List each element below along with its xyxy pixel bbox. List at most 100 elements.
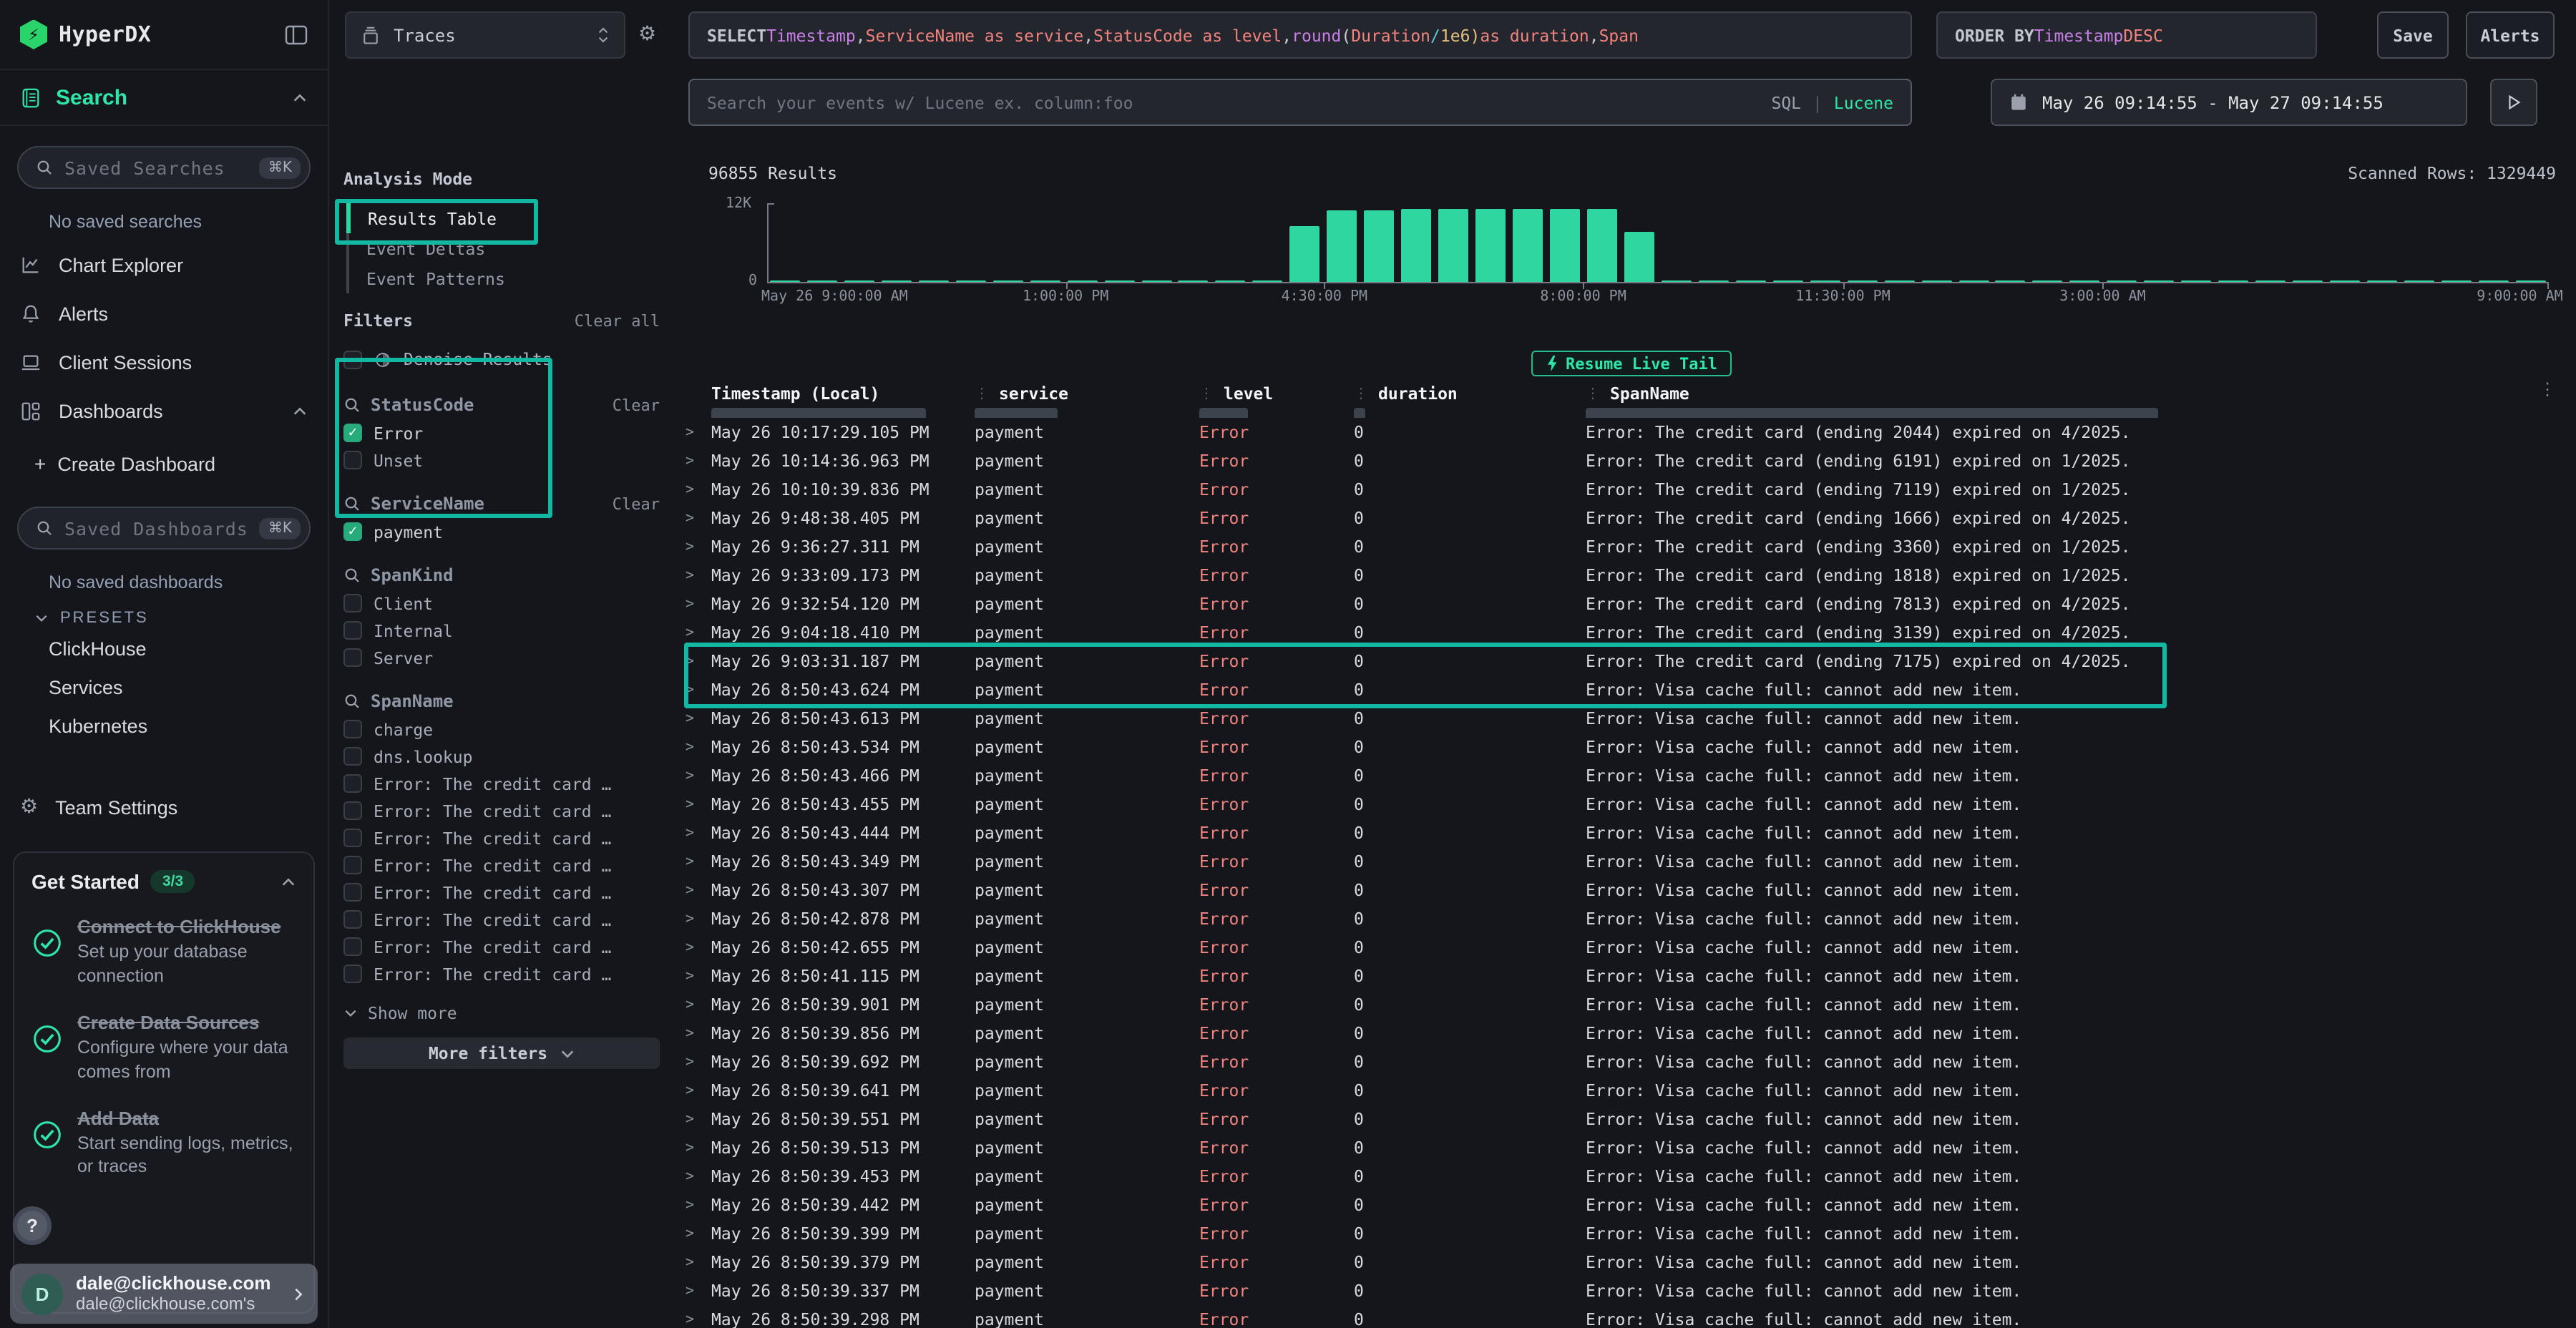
lang-toggle-sql[interactable]: SQL (1771, 92, 1801, 112)
filter-option[interactable]: Client (343, 590, 660, 617)
sidebar-item-search[interactable]: Search (0, 69, 328, 126)
expand-row-icon[interactable]: > (680, 739, 703, 755)
sql-orderby-input[interactable]: ORDER BY Timestamp DESC (1936, 11, 2317, 59)
histogram-bar[interactable] (992, 280, 1023, 282)
histogram-bar[interactable] (1662, 280, 1692, 282)
histogram-bar[interactable] (1587, 209, 1617, 282)
search-input[interactable] (707, 92, 1757, 112)
histogram-bar[interactable] (1624, 232, 1654, 282)
histogram-bar[interactable] (2367, 280, 2397, 282)
column-header-spanname[interactable]: ⋮SpanName (1586, 384, 2576, 404)
clear-filter-link[interactable]: Clear (613, 494, 660, 513)
table-row[interactable]: >May 26 8:50:43.349 PMpaymentError0Error… (680, 847, 2576, 876)
filter-option[interactable]: charge (343, 716, 660, 743)
checkbox[interactable] (343, 594, 362, 612)
denoise-results-toggle[interactable]: Denoise Results (343, 345, 660, 374)
histogram-bar[interactable] (1179, 280, 1209, 282)
histogram-bar[interactable] (1141, 280, 1171, 282)
expand-row-icon[interactable]: > (680, 1312, 703, 1327)
table-row[interactable]: >May 26 8:50:43.624 PMpaymentError0Error… (680, 675, 2576, 704)
checkbox[interactable] (343, 801, 362, 820)
checkbox[interactable] (343, 937, 362, 956)
table-row[interactable]: >May 26 9:48:38.405 PMpaymentError0Error… (680, 504, 2576, 532)
table-row[interactable]: >May 26 8:50:43.534 PMpaymentError0Error… (680, 733, 2576, 761)
expand-row-icon[interactable]: > (680, 539, 703, 555)
saved-dashboards-input[interactable]: Saved Dashboards ⌘K (17, 507, 311, 550)
expand-row-icon[interactable]: > (680, 567, 703, 583)
lang-toggle-lucene[interactable]: Lucene (1834, 92, 1893, 112)
histogram-bar[interactable] (2516, 280, 2546, 282)
sidebar-item-team-settings[interactable]: ⚙ Team Settings (0, 783, 328, 831)
more-filters-button[interactable]: More filters (343, 1038, 660, 1069)
checkbox[interactable] (343, 774, 362, 793)
filter-option[interactable]: Error: The credit card … (343, 824, 660, 851)
histogram-bar[interactable] (1958, 280, 1989, 282)
analysis-mode-event-deltas[interactable]: Event Deltas (346, 233, 660, 263)
table-row[interactable]: >May 26 8:50:39.442 PMpaymentError0Error… (680, 1191, 2576, 1219)
table-row[interactable]: >May 26 10:14:36.963 PMpaymentError0Erro… (680, 446, 2576, 475)
histogram-bar[interactable] (1030, 280, 1060, 282)
column-header-level[interactable]: ⋮level (1199, 384, 1354, 404)
expand-row-icon[interactable]: > (680, 625, 703, 640)
analysis-mode-results-table[interactable]: Results Table (346, 203, 660, 233)
table-row[interactable]: >May 26 8:50:43.455 PMpaymentError0Error… (680, 790, 2576, 819)
clear-all-filters-link[interactable]: Clear all (575, 311, 660, 330)
filter-option[interactable]: dns.lookup (343, 743, 660, 770)
expand-row-icon[interactable]: > (680, 939, 703, 955)
source-select[interactable]: Traces (345, 11, 625, 59)
checkbox[interactable] (343, 883, 362, 902)
table-row[interactable]: >May 26 9:33:09.173 PMpaymentError0Error… (680, 561, 2576, 590)
chevron-up-icon[interactable] (280, 874, 296, 889)
hyperdx-logo[interactable]: ⚡ HyperDX (20, 19, 151, 49)
histogram-bar[interactable] (844, 280, 874, 282)
expand-row-icon[interactable]: > (680, 796, 703, 812)
table-row[interactable]: >May 26 8:50:43.613 PMpaymentError0Error… (680, 704, 2576, 733)
table-row[interactable]: >May 26 9:36:27.311 PMpaymentError0Error… (680, 532, 2576, 561)
checkbox[interactable] (343, 856, 362, 874)
resume-live-tail-button[interactable]: Resume Live Tail (1531, 351, 1732, 376)
chevron-up-icon[interactable] (292, 403, 308, 419)
help-button[interactable]: ? (13, 1206, 52, 1245)
histogram-bar[interactable] (1810, 280, 1840, 282)
checkbox[interactable] (343, 648, 362, 667)
event-search-bar[interactable]: SQL | Lucene (688, 79, 1912, 126)
table-options-icon[interactable]: ⋮ (2539, 379, 2556, 399)
histogram-bar[interactable] (2218, 280, 2248, 282)
column-header-duration[interactable]: ⋮duration (1354, 384, 1586, 404)
histogram-bar[interactable] (1067, 280, 1097, 282)
filter-option[interactable]: Error: The credit card … (343, 770, 660, 797)
histogram-bar[interactable] (2255, 280, 2285, 282)
presets-toggle[interactable]: PRESETS (34, 610, 328, 627)
chevron-up-icon[interactable] (292, 89, 308, 105)
checkbox[interactable] (343, 451, 362, 469)
filter-option[interactable]: Server (343, 644, 660, 671)
expand-row-icon[interactable]: > (680, 453, 703, 469)
sidebar-item-chart-explorer[interactable]: Chart Explorer (0, 240, 328, 289)
expand-row-icon[interactable]: > (680, 882, 703, 898)
save-button[interactable]: Save (2377, 11, 2449, 59)
table-row[interactable]: >May 26 8:50:39.453 PMpaymentError0Error… (680, 1162, 2576, 1191)
expand-row-icon[interactable]: > (680, 911, 703, 927)
sidebar-item-dashboards[interactable]: Dashboards (0, 386, 328, 435)
histogram-bar[interactable] (1438, 209, 1468, 282)
histogram-bar[interactable] (956, 280, 986, 282)
histogram-bar[interactable] (1365, 210, 1395, 282)
column-drag-handle[interactable]: ⋮ (1586, 386, 1599, 401)
table-row[interactable]: >May 26 8:50:43.307 PMpaymentError0Error… (680, 876, 2576, 904)
expand-row-icon[interactable]: > (680, 711, 703, 726)
clear-filter-link[interactable]: Clear (613, 396, 660, 414)
column-drag-handle[interactable]: ⋮ (975, 386, 987, 401)
checkbox[interactable] (343, 720, 362, 738)
table-row[interactable]: >May 26 9:32:54.120 PMpaymentError0Error… (680, 590, 2576, 618)
histogram-bar[interactable] (1475, 209, 1506, 282)
histogram-bar[interactable] (1327, 210, 1357, 282)
expand-row-icon[interactable]: > (680, 596, 703, 612)
filter-option[interactable]: Error: The credit card … (343, 851, 660, 879)
filter-option[interactable]: Internal (343, 617, 660, 644)
column-drag-handle[interactable]: ⋮ (1354, 386, 1367, 401)
expand-row-icon[interactable]: > (680, 1054, 703, 1070)
sidebar-item-client-sessions[interactable]: Client Sessions (0, 338, 328, 386)
histogram-bar[interactable] (2181, 280, 2211, 282)
expand-row-icon[interactable]: > (680, 653, 703, 669)
checkbox[interactable] (343, 747, 362, 766)
